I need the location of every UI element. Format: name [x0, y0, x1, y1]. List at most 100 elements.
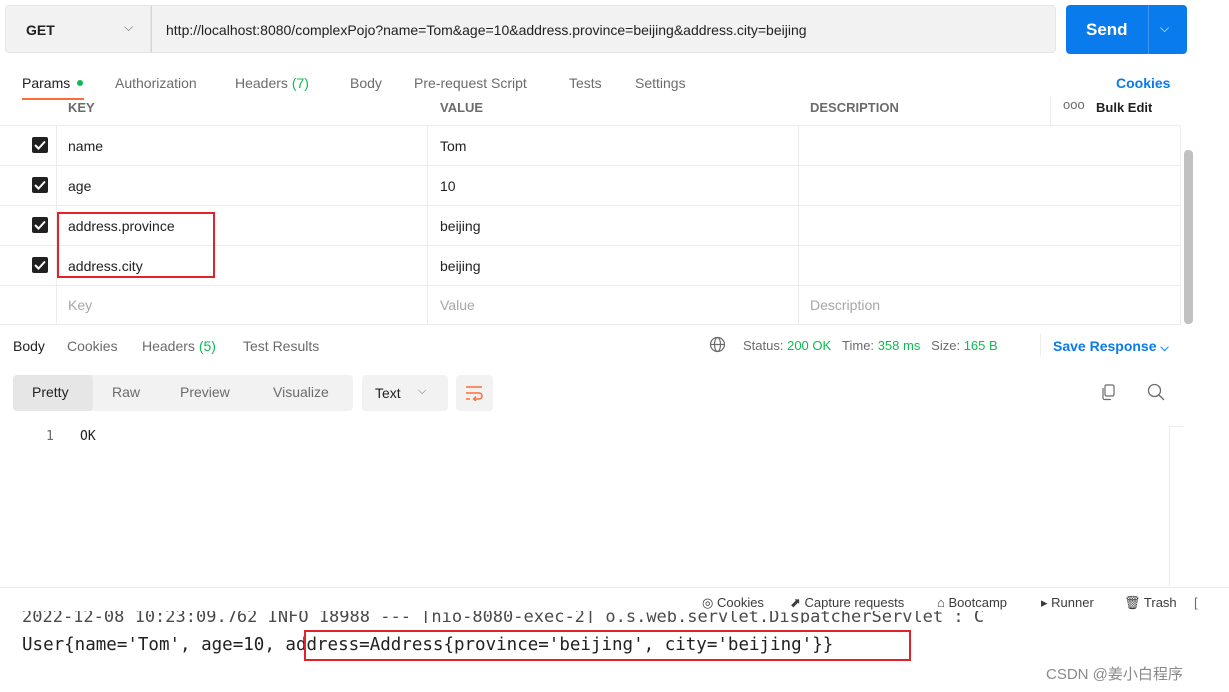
statusbar-bootcamp-label: Bootcamp	[948, 595, 1008, 610]
view-pretty-label: Pretty	[32, 384, 69, 400]
tab-authorization[interactable]: Authorization	[115, 75, 197, 91]
param-key[interactable]: name	[68, 138, 103, 154]
format-label: Text	[375, 385, 401, 401]
watermark: CSDN @姜小白程序	[1046, 666, 1183, 683]
headers-count: (7)	[291, 75, 309, 91]
tab-tests[interactable]: Tests	[569, 75, 602, 91]
table-border	[0, 285, 1181, 286]
time-label: Time:	[842, 338, 875, 353]
line-number: 1	[46, 429, 54, 444]
column-header-value: VALUE	[440, 100, 484, 113]
statusbar-cookies-label: Cookies	[716, 595, 764, 610]
statusbar-capture[interactable]: ⬈ Capture requests	[790, 595, 904, 611]
bulk-edit-link[interactable]: Bulk Edit	[1096, 99, 1152, 113]
statusbar-runner[interactable]: ▸ Runner	[1041, 595, 1094, 611]
statusbar-border	[0, 587, 1229, 588]
table-border	[0, 324, 1181, 325]
wrap-lines-button[interactable]	[456, 375, 493, 411]
editor-border	[1169, 426, 1183, 427]
chevron-down-icon: ⌵	[418, 385, 427, 397]
table-border	[0, 205, 1181, 206]
tab-body[interactable]: Body	[350, 75, 382, 91]
table-border	[0, 125, 1181, 126]
statusbar-cookies[interactable]: ◎ Cookies	[702, 595, 764, 611]
param-value[interactable]: beijing	[440, 218, 480, 234]
url-text: http://localhost:8080/complexPojo?name=T…	[166, 22, 807, 38]
statusbar-runner-label: Runner	[1051, 595, 1094, 610]
param-value[interactable]: 10	[440, 178, 456, 194]
search-icon[interactable]	[1147, 383, 1165, 404]
more-options-icon[interactable]: ooo	[1063, 97, 1085, 112]
console-prefix: User{name='Tom', age=10,	[22, 635, 286, 655]
column-header-description: DESCRIPTION	[810, 100, 899, 113]
row-checkbox[interactable]	[32, 177, 48, 193]
column-header-key: KEY	[68, 100, 95, 113]
check-icon	[34, 140, 46, 150]
runner-icon: ▸	[1041, 595, 1048, 610]
param-value[interactable]: Tom	[440, 138, 466, 154]
divider	[1040, 334, 1041, 356]
table-border	[1050, 96, 1051, 125]
cookie-icon: ◎	[702, 595, 714, 610]
new-value-input[interactable]: Value	[440, 297, 475, 313]
response-body-text: OK	[80, 429, 96, 444]
annotation-highlight-box	[304, 630, 911, 661]
console-cut-off-line: 2022-12-08 10:23:09.762 INFO 18988 --- […	[0, 611, 1229, 623]
statusbar-capture-label: Capture requests	[804, 595, 905, 610]
response-tab-cookies[interactable]: Cookies	[67, 338, 118, 354]
bootcamp-icon: ⌂	[937, 595, 945, 610]
chevron-down-icon: ⌵	[1160, 342, 1169, 354]
capture-icon: ⬈	[790, 595, 801, 610]
status-label: Status:	[743, 338, 784, 353]
row-checkbox[interactable]	[32, 217, 48, 233]
table-border	[798, 125, 799, 325]
cookies-link[interactable]: Cookies	[1116, 75, 1170, 91]
send-label: Send	[1086, 20, 1128, 39]
annotation-highlight-box	[57, 212, 215, 278]
copy-icon[interactable]	[1100, 384, 1116, 404]
save-response-button[interactable]: Save Response ⌵	[1053, 338, 1169, 355]
send-options-chevron-icon[interactable]: ⌵	[1160, 21, 1169, 36]
statusbar-overflow-bracket: [	[1194, 595, 1198, 610]
response-tab-headers[interactable]: Headers (5)	[142, 338, 216, 354]
chevron-down-icon: ⌵	[124, 20, 134, 34]
view-raw-button[interactable]: Raw	[112, 384, 140, 400]
row-checkbox[interactable]	[32, 137, 48, 153]
tab-pre-request-script[interactable]: Pre-request Script	[414, 75, 527, 91]
send-divider	[1148, 5, 1149, 54]
statusbar-trash[interactable]: 🗑 Trash	[1124, 595, 1177, 611]
statusbar-trash-label: Trash	[1143, 595, 1177, 610]
scrollbar[interactable]	[1184, 150, 1193, 324]
view-visualize-button[interactable]: Visualize	[273, 384, 329, 400]
response-headers-count: (5)	[198, 338, 216, 354]
tab-headers[interactable]: Headers (7)	[235, 75, 309, 91]
view-preview-button[interactable]: Preview	[180, 384, 230, 400]
check-icon	[34, 220, 46, 230]
response-tab-body[interactable]: Body	[13, 338, 45, 354]
tab-settings[interactable]: Settings	[635, 75, 686, 91]
response-tab-headers-label: Headers	[142, 338, 195, 354]
editor-border	[1169, 426, 1170, 586]
check-icon	[34, 260, 46, 270]
row-checkbox[interactable]	[32, 257, 48, 273]
param-value[interactable]: beijing	[440, 258, 480, 274]
statusbar-bootcamp[interactable]: ⌂ Bootcamp	[937, 595, 1007, 610]
status-value: 200 OK	[787, 338, 832, 353]
tab-params[interactable]: Params	[22, 75, 70, 91]
response-tab-test-results[interactable]: Test Results	[243, 338, 319, 354]
response-status: Status: 200 OK Time: 358 ms Size: 165 B	[743, 338, 998, 353]
table-border	[427, 125, 428, 325]
console-log-line: 2022-12-08 10:23:09.762 INFO 18988 --- […	[22, 611, 985, 623]
size-value: 165 B	[963, 338, 998, 353]
globe-icon[interactable]	[709, 336, 726, 356]
table-border	[1180, 125, 1181, 325]
new-key-input[interactable]: Key	[68, 297, 92, 313]
new-description-input[interactable]: Description	[810, 297, 880, 313]
param-key[interactable]: age	[68, 178, 91, 194]
wrap-icon	[466, 386, 483, 401]
tab-headers-label: Headers	[235, 75, 288, 91]
save-response-label: Save Response	[1053, 338, 1157, 354]
check-icon	[34, 180, 46, 190]
time-value: 358 ms	[877, 338, 921, 353]
table-border	[0, 165, 1181, 166]
